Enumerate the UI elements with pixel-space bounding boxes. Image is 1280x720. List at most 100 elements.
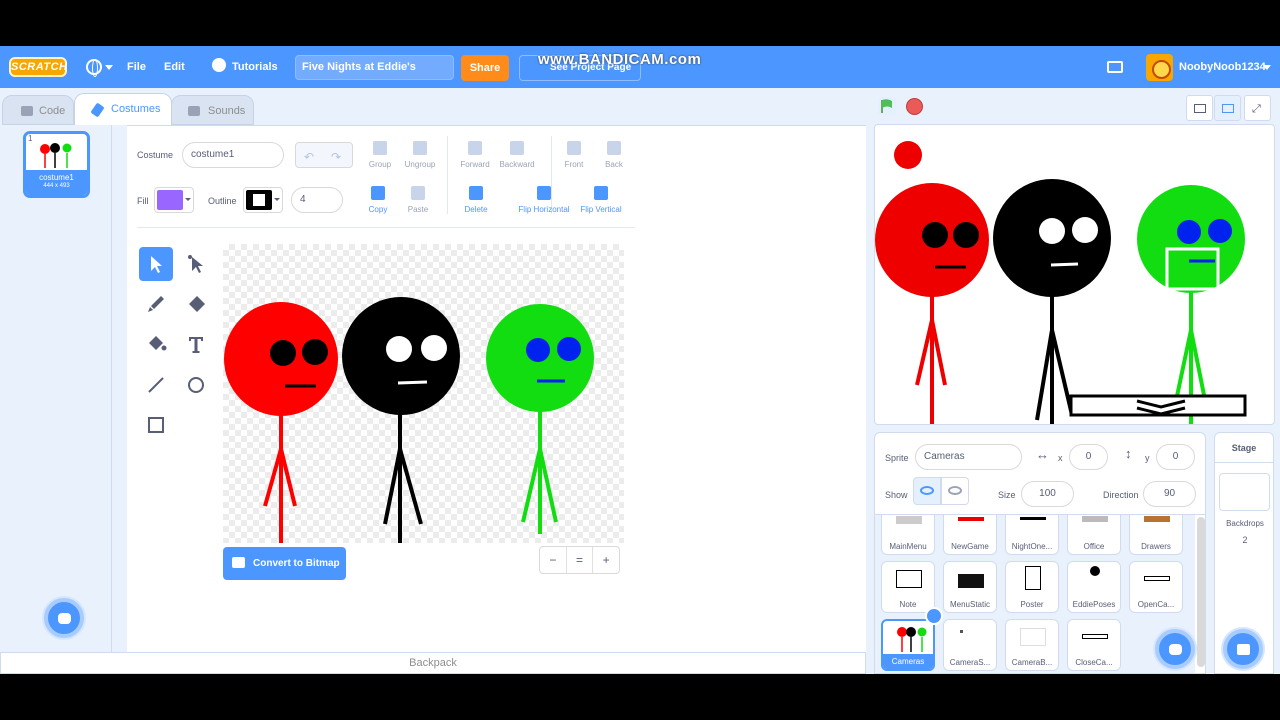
choose-sprite-button[interactable] — [1155, 629, 1195, 669]
x-position-input[interactable]: 0 — [1069, 444, 1108, 470]
choose-costume-button[interactable] — [44, 598, 84, 638]
line-tool[interactable] — [139, 367, 173, 401]
convert-to-bitmap-button[interactable]: Convert to Bitmap — [223, 547, 346, 580]
fullscreen-button[interactable]: ⤢ — [1244, 95, 1271, 121]
backward-button[interactable]: Backward — [492, 141, 542, 169]
size-input[interactable]: 100 — [1021, 481, 1074, 507]
menu-file[interactable]: File — [127, 61, 146, 73]
text-tool[interactable] — [179, 327, 213, 361]
scratch-logo[interactable]: SCRATCH — [9, 57, 67, 77]
sprite-tile[interactable]: Office — [1067, 515, 1121, 555]
sprite-thumbnail — [1144, 576, 1170, 581]
fill-color-picker[interactable] — [154, 187, 194, 213]
brush-tool[interactable] — [139, 287, 173, 321]
cat-icon — [1169, 644, 1182, 655]
back-button[interactable]: Back — [589, 141, 639, 169]
sprite-name: CameraS... — [949, 658, 991, 667]
share-button[interactable]: Share — [461, 55, 509, 81]
toolbar-divider — [137, 227, 635, 228]
eraser-tool[interactable] — [179, 287, 213, 321]
sprite-tile[interactable]: Poster — [1005, 561, 1059, 613]
chevron-down-icon — [185, 198, 191, 201]
sprite-tile[interactable]: NewGame — [943, 515, 997, 555]
sprite-tile[interactable]: CameraS... — [943, 619, 997, 671]
menu-edit[interactable]: Edit — [164, 61, 185, 73]
outline-width-input[interactable]: 4 — [291, 187, 343, 213]
zoom-reset-button[interactable]: = — [567, 547, 594, 573]
direction-input[interactable]: 90 — [1143, 481, 1196, 507]
vertical-arrows-icon: ↕ — [1125, 446, 1132, 461]
show-label: Show — [885, 490, 908, 500]
sprite-tile[interactable]: CameraB... — [1005, 619, 1059, 671]
tab-code-label: Code — [39, 105, 66, 117]
flip-vertical-button[interactable]: Flip Vertical — [573, 186, 629, 214]
delete-button[interactable]: Delete — [451, 186, 501, 214]
paint-canvas[interactable] — [223, 244, 624, 543]
arrow-top-icon — [567, 141, 581, 155]
outline-color-swatch — [246, 190, 272, 210]
paste-button[interactable]: Paste — [393, 186, 443, 214]
code-icon — [21, 106, 33, 116]
sprite-name: Note — [899, 600, 917, 609]
my-stuff-folder-icon[interactable] — [1107, 61, 1123, 73]
zoom-in-button[interactable]: + — [593, 547, 619, 573]
sprite-thumbnail — [1090, 566, 1100, 576]
select-tool[interactable] — [139, 247, 173, 281]
sprite-tile[interactable]: OpenCa... — [1129, 561, 1183, 613]
sprite-list-scrollbar[interactable] — [1197, 517, 1205, 667]
sprite-name-input[interactable]: Cameras — [915, 444, 1022, 470]
fill-tool[interactable] — [139, 327, 173, 361]
rectangle-icon — [148, 417, 164, 433]
show-sprite-button[interactable] — [913, 477, 941, 505]
small-stage-button[interactable] — [1186, 95, 1213, 121]
y-label: y — [1145, 453, 1150, 463]
flip-horizontal-button[interactable]: Flip Horizontal — [512, 186, 576, 214]
tab-sounds[interactable]: Sounds — [171, 95, 254, 125]
stage-target-pane[interactable]: Stage Backdrops 2 — [1214, 432, 1274, 674]
sprite-tile[interactable]: MainMenu — [881, 515, 935, 555]
scratch-editor: SCRATCH File Edit Tutorials Five Nights … — [0, 46, 1280, 674]
sprite-tile-selected[interactable]: Cameras — [881, 619, 935, 671]
sprite-tile[interactable]: EddiePoses — [1067, 561, 1121, 613]
outline-color-picker[interactable] — [243, 187, 283, 213]
account-chevron-down-icon[interactable] — [1263, 65, 1271, 70]
sprite-tile[interactable]: NightOne... — [1005, 515, 1059, 555]
flip-vertical-label: Flip Vertical — [580, 205, 622, 214]
costume-thumbnail[interactable]: 1 costume1 444 x 493 — [23, 131, 90, 198]
zoom-out-button[interactable]: − — [540, 547, 567, 573]
redo-icon[interactable]: ↷ — [331, 150, 341, 164]
y-position-input[interactable]: 0 — [1156, 444, 1195, 470]
recording-watermark: www.BANDICAM.com — [538, 51, 702, 68]
sprite-tile[interactable]: MenuStatic — [943, 561, 997, 613]
language-globe-icon[interactable] — [86, 59, 102, 77]
backdrop-image-icon — [1237, 644, 1250, 655]
avatar[interactable] — [1146, 54, 1173, 81]
reshape-tool[interactable] — [179, 247, 213, 281]
costume-name-input[interactable]: costume1 — [182, 142, 284, 168]
stage-canvas[interactable] — [874, 124, 1275, 425]
menu-tutorials[interactable]: Tutorials — [232, 61, 278, 73]
backpack-bar[interactable]: Backpack — [0, 652, 866, 674]
project-title-input[interactable]: Five Nights at Eddie's — [295, 55, 454, 80]
green-flag-icon[interactable] — [878, 97, 896, 115]
username[interactable]: NoobyNoob1234 — [1179, 61, 1266, 73]
rectangle-tool[interactable] — [139, 407, 173, 441]
choose-backdrop-button[interactable] — [1223, 629, 1263, 669]
sprite-tile[interactable]: CloseCa... — [1067, 619, 1121, 671]
tab-code[interactable]: Code — [2, 95, 74, 125]
sprite-tile[interactable]: Drawers — [1129, 515, 1183, 555]
zoom-controls: − = + — [539, 546, 620, 574]
delete-sprite-icon[interactable] — [925, 607, 943, 625]
circle-tool[interactable] — [179, 367, 213, 401]
ungroup-button[interactable]: Ungroup — [395, 141, 445, 169]
menu-bar: SCRATCH File Edit Tutorials Five Nights … — [0, 46, 1280, 88]
ungroup-icon — [413, 141, 427, 155]
sprite-thumbnail — [958, 574, 984, 588]
undo-icon[interactable]: ↶ — [304, 150, 314, 164]
sprite-tile[interactable]: Note — [881, 561, 935, 613]
hide-sprite-button[interactable] — [941, 477, 969, 505]
speaker-icon — [188, 106, 200, 116]
stop-sign-icon[interactable] — [906, 98, 923, 115]
tab-costumes[interactable]: Costumes — [74, 93, 172, 125]
normal-stage-button[interactable] — [1214, 95, 1241, 121]
